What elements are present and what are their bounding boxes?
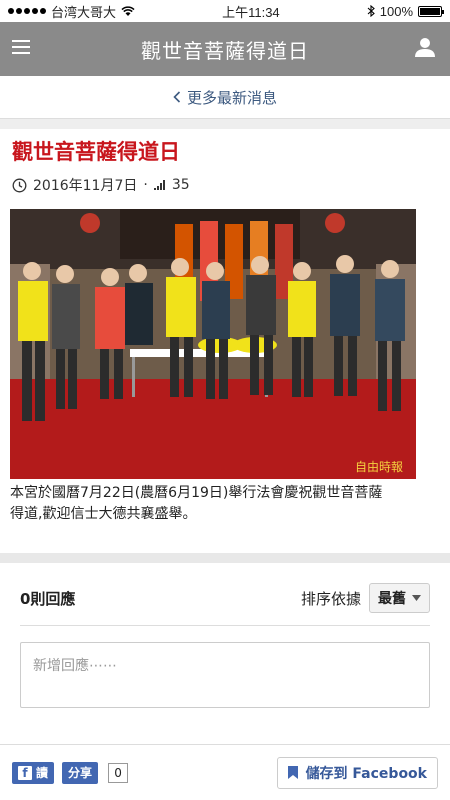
views-icon <box>153 180 165 190</box>
signal-icon <box>8 8 46 14</box>
bottom-bar: f 讀 分享 0 儲存到 Facebook <box>0 744 450 800</box>
fb-share-label: 分享 <box>68 766 93 780</box>
battery-percent: 100% <box>379 3 413 19</box>
article-views: 35 <box>171 177 190 193</box>
divider <box>20 625 430 626</box>
photo-watermark: 自由時報 <box>355 460 403 474</box>
article-caption: 本宮於國曆7月22日(農曆6月19日)舉行法會慶祝觀世音菩薩得道,歡迎信士大德共… <box>10 485 383 522</box>
article-photo: 自由時報 <box>10 209 416 479</box>
comments-section: 0則回應 排序依據 最舊 新增回應⋯⋯ <box>0 563 450 708</box>
bookmark-icon <box>287 766 298 779</box>
comments-count: 0則回應 <box>20 589 76 608</box>
save-to-facebook-label: 儲存到 Facebook <box>305 765 427 782</box>
share-count: 0 <box>108 762 129 783</box>
sort-control: 排序依據 最舊 <box>301 583 430 613</box>
article-title: 觀世音菩薩得道日 <box>12 140 180 164</box>
divider <box>0 119 450 129</box>
clock-icon <box>12 178 27 192</box>
caret-down-icon <box>412 595 421 601</box>
fb-read-button[interactable]: f 讀 <box>12 761 55 784</box>
save-to-facebook-button[interactable]: 儲存到 Facebook <box>276 756 438 789</box>
facebook-icon: f <box>18 765 32 780</box>
clock: 上午11:34 <box>222 4 280 20</box>
sort-dropdown[interactable]: 最舊 <box>369 583 430 613</box>
article-meta: 2016年11月7日 · 35 <box>12 175 438 195</box>
comment-input[interactable]: 新增回應⋯⋯ <box>20 642 430 708</box>
sort-label: 排序依據 <box>300 589 361 608</box>
top-nav-bar: 觀世音菩薩得道日 <box>0 22 450 76</box>
user-icon[interactable] <box>414 36 436 58</box>
article-date: 2016年11月7日 <box>33 178 138 194</box>
nav-title: 觀世音菩薩得道日 <box>141 38 309 63</box>
sort-value: 最舊 <box>378 591 406 607</box>
wifi-icon <box>121 5 135 16</box>
status-bar: 台湾大哥大 上午11:34 100% <box>0 0 450 22</box>
fb-share-button[interactable]: 分享 <box>62 761 99 784</box>
article: 觀世音菩薩得道日 2016年11月7日 · 35 <box>0 129 450 195</box>
more-news-link[interactable]: 更多最新消息 <box>0 76 450 119</box>
section-divider <box>0 553 450 563</box>
bluetooth-icon <box>367 5 375 17</box>
menu-icon[interactable] <box>12 40 30 54</box>
more-news-label: 更多最新消息 <box>186 88 277 107</box>
fb-read-label: 讀 <box>36 766 49 780</box>
battery-icon <box>418 5 444 17</box>
chevron-left-icon <box>173 91 181 103</box>
meta-separator-dot: · <box>143 177 148 193</box>
carrier-label: 台湾大哥大 <box>51 4 117 20</box>
